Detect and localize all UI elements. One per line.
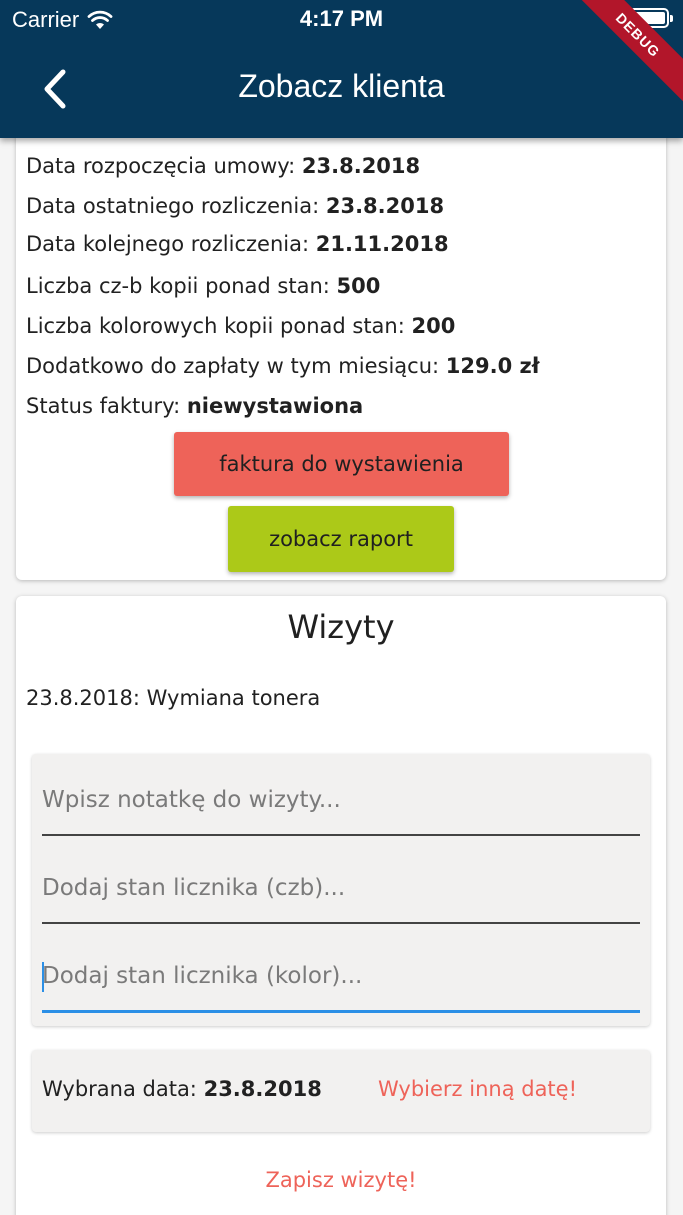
- extra-payment-label: Dodatkowo do zapłaty w tym miesiącu:: [26, 354, 440, 378]
- next-settlement-value: 21.11.2018: [315, 232, 449, 256]
- status-bar: Carrier 4:17 PM: [0, 0, 683, 40]
- last-settlement-line: Data ostatniego rozliczenia: 23.8.2018: [26, 194, 444, 218]
- selected-date-value: 23.8.2018: [203, 1077, 322, 1101]
- visit-list-item: 23.8.2018: Wymiana tonera: [26, 686, 321, 710]
- last-settlement-label: Data ostatniego rozliczenia:: [26, 194, 320, 218]
- bw-copies-line: Liczba cz-b kopii ponad stan: 500: [26, 274, 380, 298]
- color-copies-label: Liczba kolorowych kopii ponad stan:: [26, 314, 405, 338]
- contract-start-value: 23.8.2018: [301, 154, 421, 178]
- client-details-card: Data rozpoczęcia umowy: 23.8.2018 Data o…: [16, 110, 666, 580]
- visit-note-field-wrapper: [42, 770, 640, 836]
- visit-form: [32, 754, 650, 1026]
- contract-start-label: Data rozpoczęcia umowy:: [26, 154, 296, 178]
- last-settlement-value: 23.8.2018: [325, 194, 445, 218]
- save-visit-button[interactable]: Zapisz wizytę!: [16, 1168, 666, 1192]
- choose-date-link[interactable]: Wybierz inną datę!: [378, 1077, 577, 1101]
- invoice-status-value: niewystawiona: [186, 394, 364, 418]
- visits-card: Wizyty 23.8.2018: Wymiana tonera Wybrana…: [16, 596, 666, 1215]
- date-selector: Wybrana data: 23.8.2018 Wybierz inną dat…: [32, 1050, 650, 1132]
- next-settlement-line: Data kolejnego rozliczenia: 21.11.2018: [26, 232, 449, 256]
- color-copies-value: 200: [411, 314, 456, 338]
- extra-payment-value: 129.0 zł: [445, 354, 540, 378]
- bw-copies-label: Liczba cz-b kopii ponad stan:: [26, 274, 330, 298]
- counter-czb-input[interactable]: [42, 858, 640, 918]
- status-time: 4:17 PM: [299, 6, 384, 31]
- page-title: Zobacz klienta: [238, 68, 445, 104]
- selected-date: Wybrana data: 23.8.2018: [42, 1077, 322, 1101]
- extra-payment-line: Dodatkowo do zapłaty w tym miesiącu: 129…: [26, 354, 540, 378]
- field-underline: [42, 922, 640, 924]
- counter-color-field-wrapper: [42, 946, 640, 1013]
- issue-invoice-button[interactable]: faktura do wystawienia: [174, 432, 509, 496]
- selected-date-label: Wybrana data:: [42, 1077, 197, 1101]
- counter-czb-field-wrapper: [42, 858, 640, 924]
- contract-start-line: Data rozpoczęcia umowy: 23.8.2018: [26, 154, 420, 178]
- app-bar: Carrier 4:17 PM Zobacz klienta DEBUG: [0, 0, 683, 138]
- counter-color-input[interactable]: [42, 946, 640, 1006]
- field-underline-focused: [42, 1010, 640, 1013]
- invoice-status-label: Status faktury:: [26, 394, 181, 418]
- visit-note-input[interactable]: [42, 770, 640, 830]
- next-settlement-label: Data kolejnego rozliczenia:: [26, 232, 310, 256]
- text-caret: [42, 962, 44, 992]
- bw-copies-value: 500: [336, 274, 381, 298]
- invoice-status-line: Status faktury: niewystawiona: [26, 394, 363, 418]
- color-copies-line: Liczba kolorowych kopii ponad stan: 200: [26, 314, 455, 338]
- field-underline: [42, 834, 640, 836]
- visits-title: Wizyty: [287, 608, 395, 646]
- view-report-button[interactable]: zobacz raport: [228, 506, 454, 572]
